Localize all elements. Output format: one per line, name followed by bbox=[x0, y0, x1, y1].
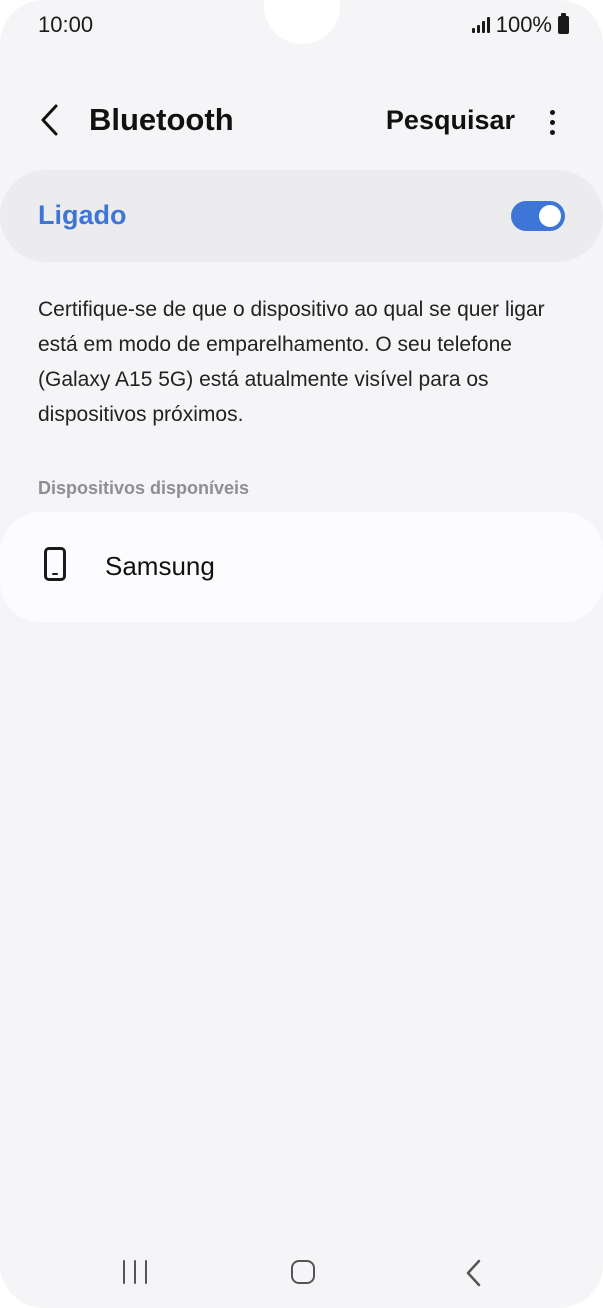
nav-back-button[interactable] bbox=[462, 1258, 486, 1288]
pairing-info-text: Certifique-se de que o dispositivo ao qu… bbox=[38, 298, 545, 426]
page-title: Bluetooth bbox=[89, 102, 234, 137]
phone-screen: 10:00 100% Bluetooth Pesquisar Ligado Ce… bbox=[0, 0, 603, 1308]
search-button[interactable]: Pesquisar bbox=[386, 105, 515, 136]
status-time: 10:00 bbox=[38, 12, 94, 37]
app-header: Bluetooth Pesquisar bbox=[0, 92, 603, 152]
device-list-item[interactable]: Samsung bbox=[0, 512, 603, 622]
chevron-left-icon bbox=[41, 104, 58, 136]
available-devices-header: Dispositivos disponíveis bbox=[38, 478, 250, 498]
status-indicators: 100% bbox=[471, 12, 569, 38]
smartphone-icon bbox=[44, 547, 66, 581]
bluetooth-toggle-row[interactable]: Ligado bbox=[0, 170, 603, 262]
signal-icon bbox=[471, 17, 490, 33]
recents-icon bbox=[123, 1260, 125, 1284]
more-vert-icon bbox=[549, 109, 555, 115]
switch-knob bbox=[539, 205, 561, 227]
bluetooth-switch[interactable] bbox=[511, 201, 565, 231]
home-button[interactable] bbox=[291, 1260, 315, 1284]
battery-icon bbox=[558, 13, 569, 34]
more-options-button[interactable] bbox=[537, 100, 567, 144]
navigation-bar bbox=[0, 1246, 603, 1298]
toggle-label: Ligado bbox=[38, 200, 127, 230]
camera-notch bbox=[264, 0, 340, 44]
battery-percentage: 100% bbox=[495, 12, 552, 37]
recent-apps-button[interactable] bbox=[120, 1260, 150, 1286]
back-button[interactable] bbox=[28, 98, 72, 142]
device-name: Samsung bbox=[105, 551, 215, 581]
